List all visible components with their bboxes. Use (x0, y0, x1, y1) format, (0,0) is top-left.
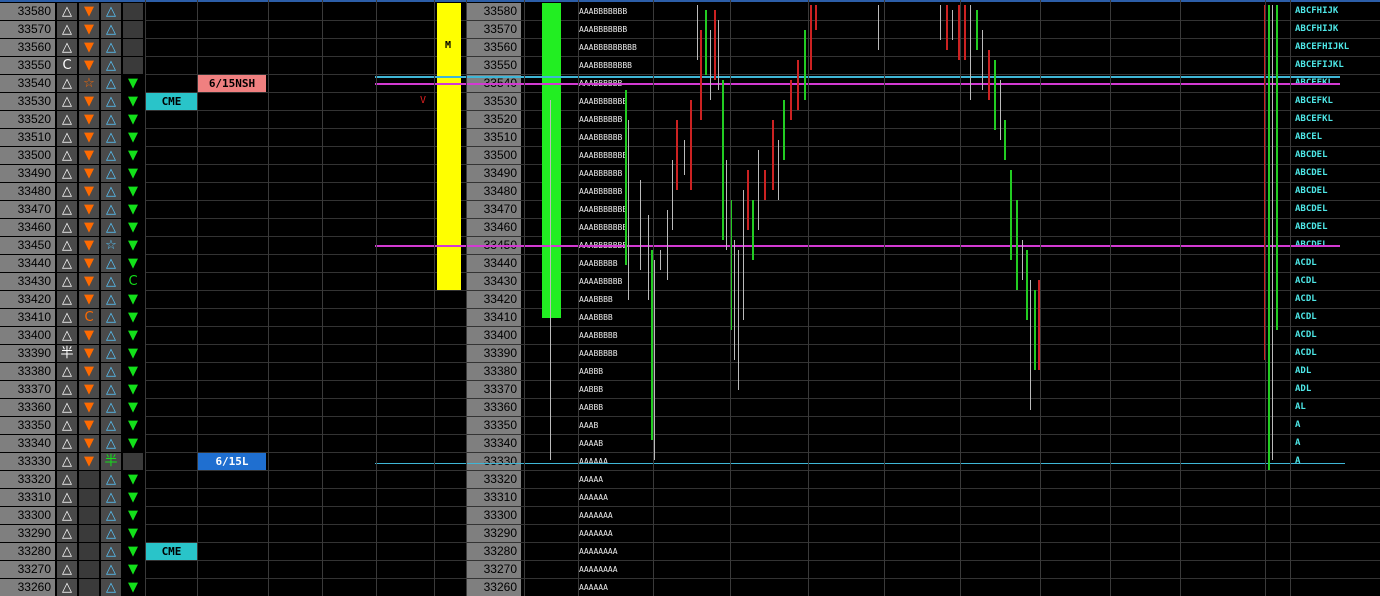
price-bar (700, 30, 702, 120)
price-bar (640, 180, 641, 270)
grid-vline (376, 0, 377, 596)
price-bar (1022, 240, 1023, 280)
grid-vline (524, 0, 525, 596)
price-bar (628, 120, 629, 300)
grid-vline (322, 0, 323, 596)
price-bar (797, 60, 799, 110)
price-bar (1004, 120, 1006, 160)
price-bar (810, 5, 812, 70)
price-bar (952, 10, 953, 40)
price-bar (988, 50, 990, 100)
grid-vline (1040, 0, 1041, 596)
price-bar (660, 250, 661, 270)
price-bar (676, 120, 678, 190)
price-bar (804, 30, 806, 100)
price-bar (648, 215, 649, 300)
grid-vline (884, 0, 885, 596)
price-bar (550, 100, 551, 460)
price-bar (734, 240, 735, 360)
price-bar (1016, 200, 1018, 290)
price-bar (970, 5, 971, 100)
price-bar (976, 10, 978, 50)
price-bar (714, 10, 716, 80)
price-bar (790, 80, 792, 120)
grid-vline (578, 0, 579, 596)
grid-vline (434, 0, 435, 596)
price-bar (697, 5, 698, 60)
price-bar (667, 210, 668, 280)
grid-vline (1110, 0, 1111, 596)
price-bar (705, 10, 707, 75)
price-bar (994, 60, 996, 130)
price-bar (758, 150, 759, 230)
grid-vline (653, 0, 654, 596)
price-bar (752, 200, 754, 260)
price-bar (726, 160, 727, 250)
price-bar (718, 20, 719, 90)
price-bar (722, 80, 724, 240)
price-bar (747, 170, 749, 230)
price-bar (690, 100, 692, 190)
price-bar (982, 30, 983, 90)
price-bar (1268, 5, 1270, 470)
grid-vline (145, 0, 146, 596)
price-bar (1000, 80, 1001, 140)
price-bar (764, 170, 766, 200)
price-bar (672, 160, 673, 230)
price-bar (738, 250, 739, 390)
grid-vline (1180, 0, 1181, 596)
price-bar (778, 140, 779, 200)
price-bar (964, 5, 966, 60)
grid-vline (730, 0, 731, 596)
price-bar (1272, 5, 1273, 460)
price-bar (743, 190, 744, 320)
price-bar (684, 140, 685, 175)
grid-vline (960, 0, 961, 596)
price-bar (783, 100, 785, 160)
price-bar (1276, 5, 1278, 330)
price-bar (940, 5, 941, 40)
grid-vline (808, 0, 809, 596)
price-bar (815, 5, 817, 30)
price-bar (1030, 280, 1031, 410)
price-bar (946, 5, 948, 50)
market-profile-window: 33580 △ ▼ △ 33580 AAABBBBBBB ABCFHIJK 33570 △ ▼ △ 3… (0, 0, 1380, 596)
grid-vline (268, 0, 269, 596)
price-bar (1034, 290, 1036, 370)
grid-vline (1290, 0, 1291, 596)
grid-vline (197, 0, 198, 596)
price-bar (654, 260, 655, 460)
price-bar (1010, 170, 1012, 260)
price-bar (772, 120, 774, 190)
price-bar (878, 5, 879, 50)
grid-vline (466, 0, 467, 596)
price-bar (710, 30, 711, 100)
price-bar (625, 90, 627, 265)
grid-vline (1265, 0, 1266, 596)
price-bar (1026, 250, 1028, 320)
price-bars (550, 5, 1278, 470)
